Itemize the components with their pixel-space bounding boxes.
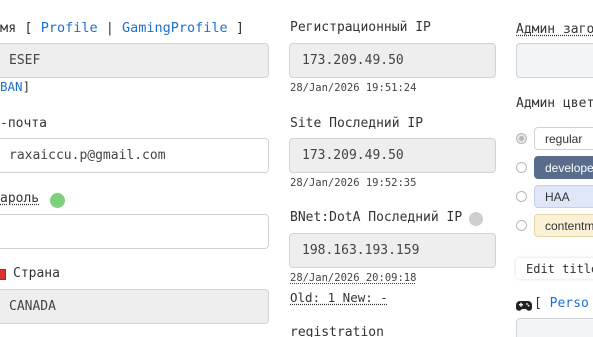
ban-bracket: ]	[22, 79, 31, 94]
admin-color-option-haa[interactable]: HAA	[534, 185, 593, 208]
profile-link[interactable]: Profile	[41, 20, 98, 36]
admin-color-option-label: contentma	[545, 218, 593, 233]
admin-color-option-label: regular	[545, 131, 583, 146]
admin-color-option-developer[interactable]: developer	[534, 156, 593, 179]
password-status-dot	[50, 193, 65, 208]
bnet-ip-value: 198.163.193.159	[302, 243, 420, 258]
ban-link[interactable]: BAN	[0, 79, 23, 94]
admin-title-field[interactable]	[516, 43, 593, 78]
email-label: -почта	[0, 116, 47, 131]
gamepad-icon	[516, 297, 532, 311]
site-ip-value: 173.209.49.50	[302, 148, 404, 163]
name-label: мя	[0, 20, 17, 36]
bracket-open: [	[24, 20, 33, 36]
site-ip-label: Site Последний IP	[290, 116, 424, 131]
gaming-profile-link[interactable]: GamingProfile	[122, 20, 228, 36]
site-ip-timestamp: 28/Jan/2026 19:52:35	[290, 177, 417, 189]
flag-icon	[0, 269, 6, 280]
admin-color-radio-regular[interactable]	[516, 133, 527, 144]
ban-row: BAN]	[0, 79, 30, 94]
email-field[interactable]: raxaiccu.p@gmail.com	[0, 138, 269, 173]
bnet-ip-field[interactable]: 198.163.193.159	[289, 233, 496, 268]
bnet-status-dot	[469, 212, 483, 226]
reg-ip-timestamp: 28/Jan/2026 19:51:24	[290, 82, 417, 94]
personal-link-row: [ Perso	[534, 296, 589, 311]
name-value: ESEF	[9, 53, 41, 68]
country-field[interactable]: CANADA	[0, 289, 269, 324]
edit-title-label: Edit title	[526, 261, 593, 276]
profile-edit-form: мя [ Profile | GamingProfile ] ESEF BAN]…	[0, 0, 593, 337]
bnet-ip-label: BNet:DotA Последний IP	[290, 210, 463, 225]
registration-label: registration	[290, 325, 384, 337]
separator: |	[105, 20, 114, 36]
name-label-row: мя [ Profile | GamingProfile ]	[0, 20, 244, 36]
edit-title-button[interactable]: Edit title	[516, 258, 593, 279]
bracket-close: ]	[235, 20, 244, 36]
personal-bracket: [	[534, 296, 542, 311]
bnet-ip-timestamp: 28/Jan/2026 20:09:18	[290, 272, 417, 284]
site-ip-field[interactable]: 173.209.49.50	[289, 138, 496, 173]
country-value: CANADA	[9, 299, 56, 314]
old-new-count: Old: 1 New: -	[290, 290, 388, 305]
reg-ip-value: 173.209.49.50	[302, 53, 404, 68]
admin-color-radio-developer[interactable]	[516, 162, 527, 173]
admin-color-option-regular[interactable]: regular	[534, 127, 593, 150]
admin-color-label: Админ цвет	[516, 96, 593, 111]
admin-color-radio-contentma[interactable]	[516, 220, 527, 231]
admin-color-radio-haa[interactable]	[516, 191, 527, 202]
email-value: raxaiccu.p@gmail.com	[9, 148, 166, 163]
personal-field[interactable]	[516, 318, 593, 337]
personal-link[interactable]: Perso	[550, 296, 589, 311]
password-label: ароль	[0, 191, 40, 206]
name-field[interactable]: ESEF	[0, 43, 269, 78]
reg-ip-label: Регистрационный IP	[290, 20, 431, 35]
country-label: Страна	[13, 266, 60, 281]
admin-color-option-label: HAA	[545, 189, 570, 204]
admin-color-option-label: developer	[545, 160, 593, 175]
reg-ip-field[interactable]: 173.209.49.50	[289, 43, 496, 78]
admin-color-option-contentma[interactable]: contentma	[534, 214, 593, 237]
password-field[interactable]	[0, 214, 269, 249]
admin-title-label: Админ заго	[516, 22, 593, 37]
